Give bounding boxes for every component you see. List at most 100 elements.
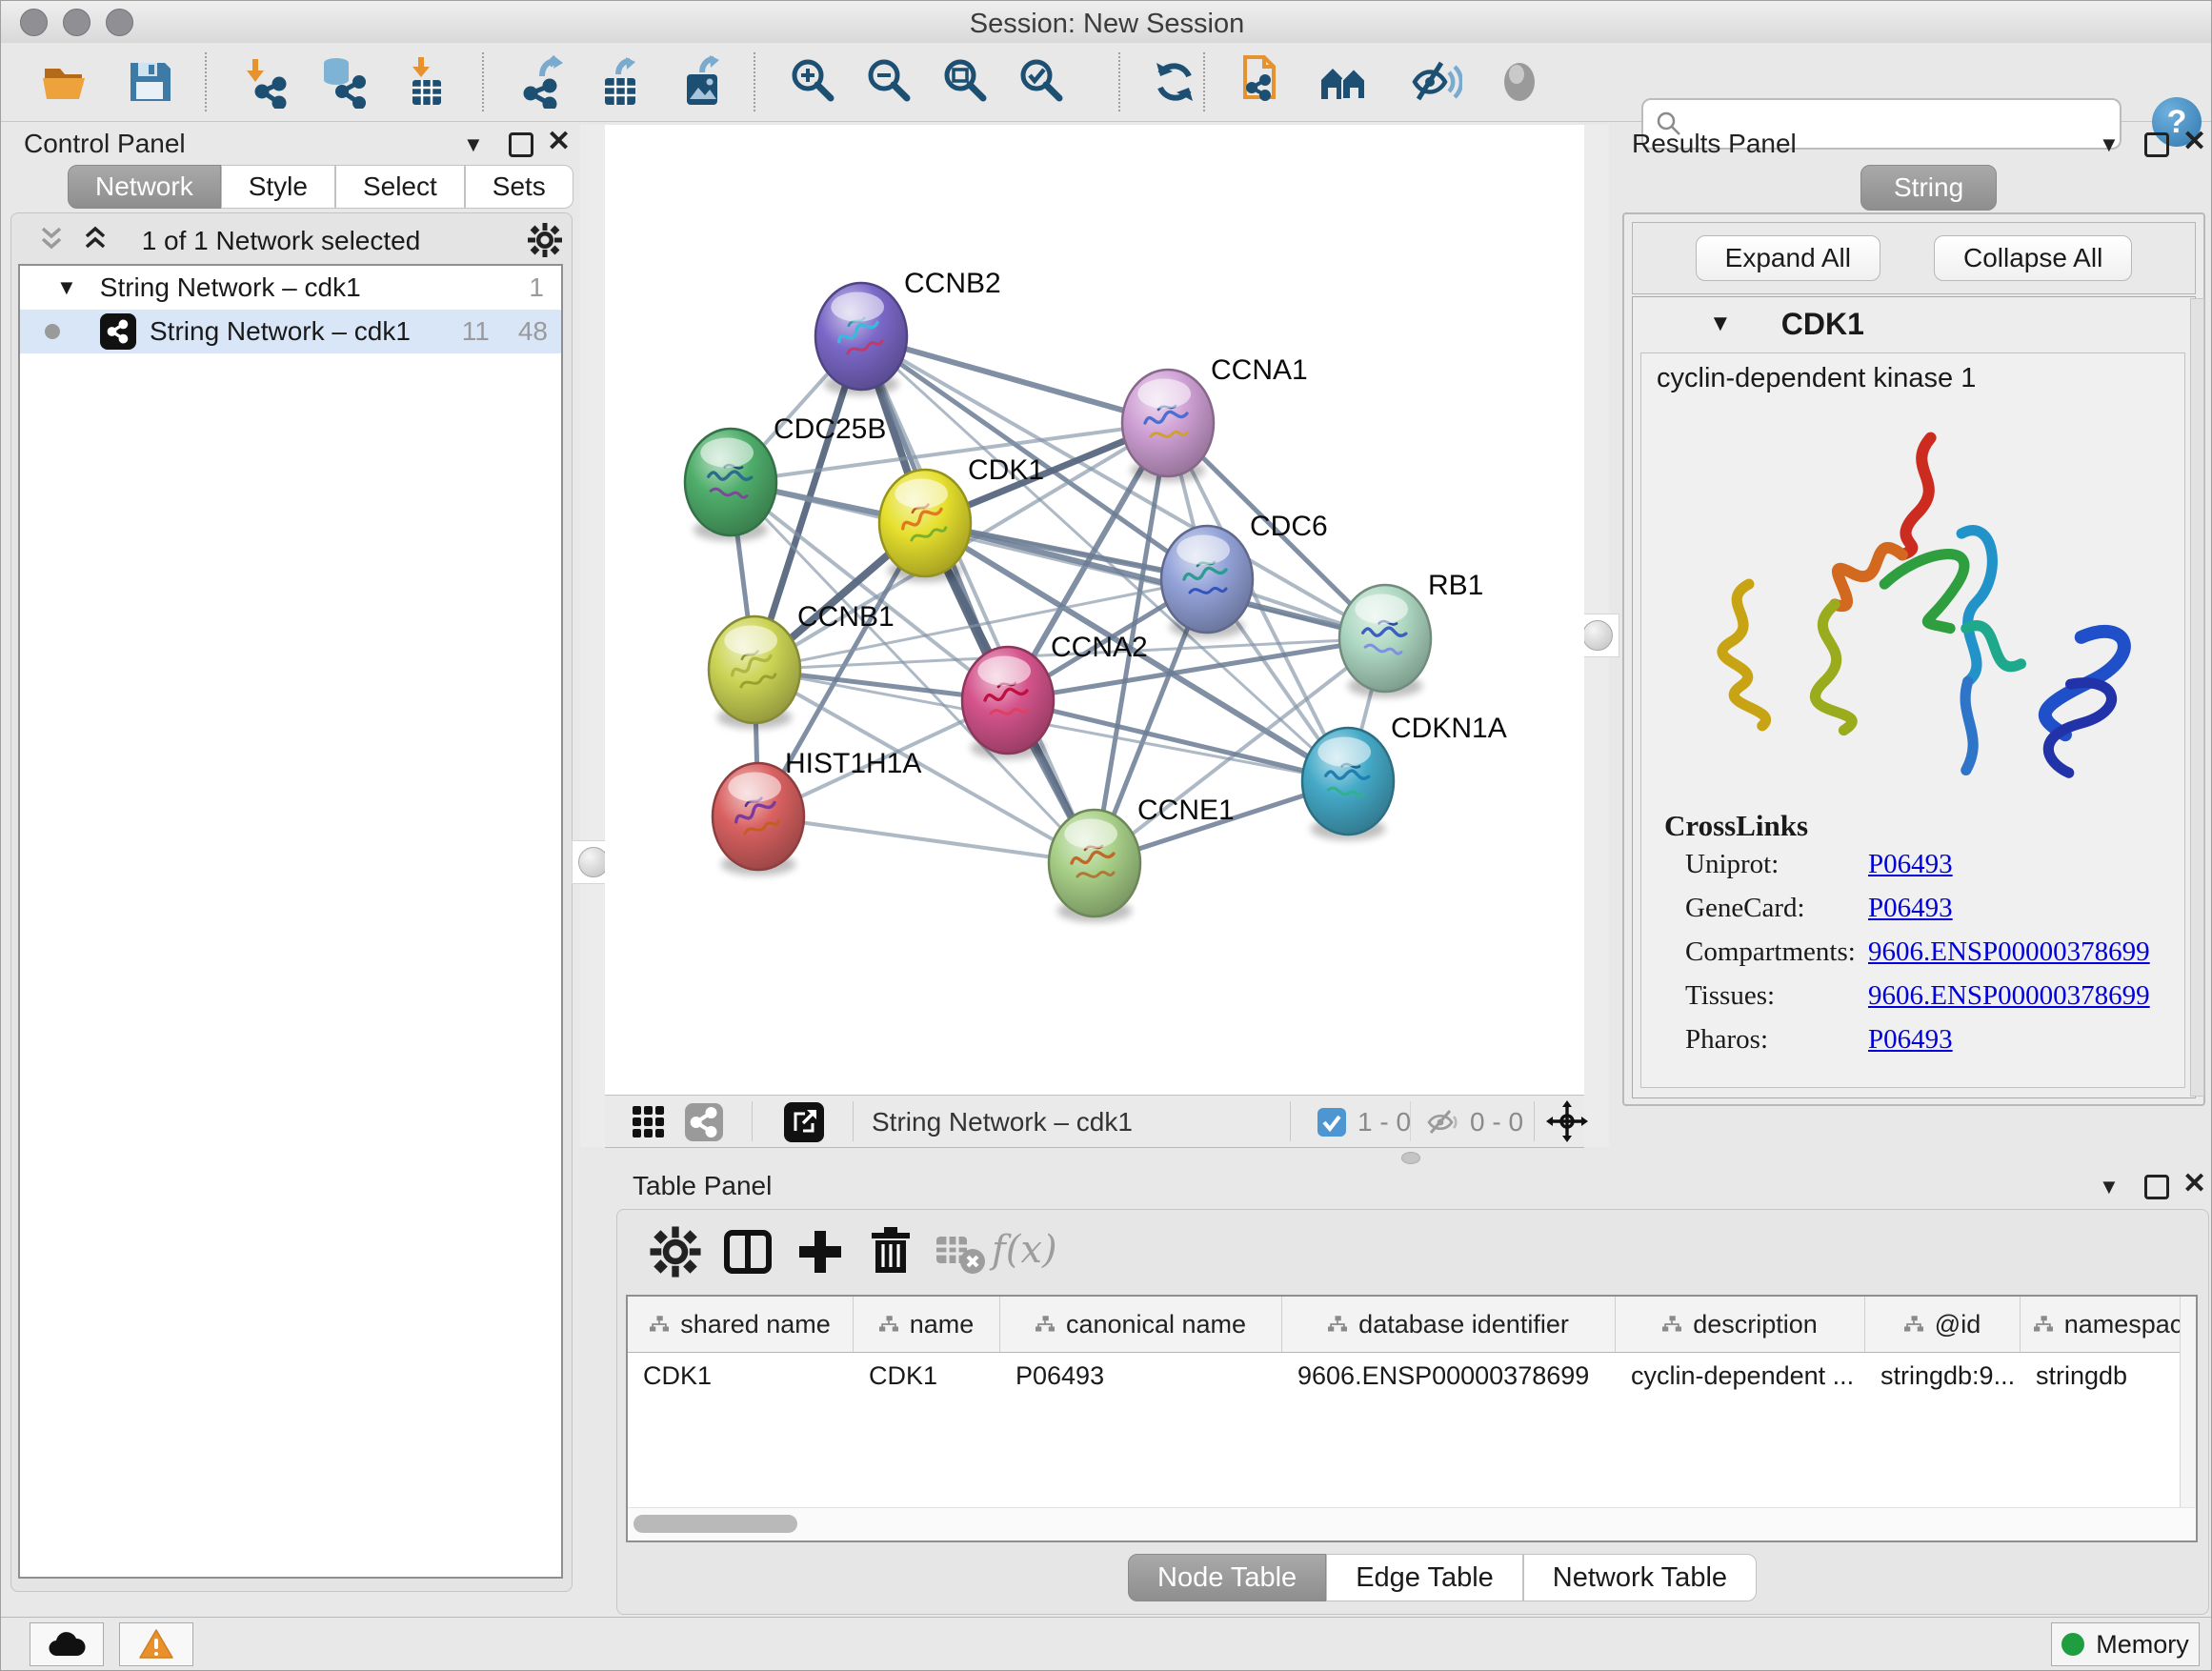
- export-image-icon[interactable]: [675, 55, 729, 109]
- control-panel-menu-icon[interactable]: ▼: [463, 132, 484, 157]
- window-title: Session: New Session: [1, 9, 2212, 40]
- toolbar-separator: [1118, 52, 1120, 111]
- table-cell[interactable]: stringdb:9...: [1865, 1352, 2021, 1399]
- results-scrollbar[interactable]: [2190, 298, 2204, 1097]
- network-from-file-icon[interactable]: [1236, 55, 1289, 109]
- cloud-status-button[interactable]: [30, 1622, 104, 1666]
- refresh-view-icon[interactable]: [1148, 55, 1201, 109]
- tab-node-table[interactable]: Node Table: [1128, 1554, 1326, 1601]
- table-cell[interactable]: CDK1: [628, 1352, 854, 1399]
- tab-network[interactable]: Network: [68, 165, 221, 209]
- create-column-icon[interactable]: [794, 1225, 847, 1278]
- open-in-new-window-icon[interactable]: [784, 1102, 824, 1142]
- hidden-counts: 0 - 0: [1470, 1107, 1523, 1137]
- selected-checkbox-icon[interactable]: [1317, 1108, 1346, 1137]
- column-header-namespace[interactable]: namespace: [2021, 1297, 2198, 1352]
- zoom-fit-icon[interactable]: [938, 55, 992, 109]
- table-row[interactable]: CDK1CDK1P064939606.ENSP00000378699cyclin…: [628, 1352, 2198, 1399]
- column-header-description[interactable]: description: [1616, 1297, 1865, 1352]
- delete-column-icon[interactable]: [864, 1225, 917, 1278]
- tab-sets[interactable]: Sets: [465, 165, 573, 209]
- results-panel-menu-icon[interactable]: ▼: [2099, 132, 2120, 157]
- left-splitter[interactable]: [580, 125, 605, 1147]
- zoom-selected-icon[interactable]: [1015, 55, 1068, 109]
- control-panel-title: Control Panel: [24, 129, 186, 159]
- warnings-button[interactable]: [119, 1622, 193, 1666]
- network-selection-status: 1 of 1 Network selected: [1, 226, 561, 256]
- node-label-CDKN1A: CDKN1A: [1391, 713, 1507, 744]
- tab-style[interactable]: Style: [221, 165, 335, 209]
- import-network-icon[interactable]: [237, 55, 291, 109]
- splitter-handle[interactable]: [1401, 1152, 1420, 1164]
- crosslink-link[interactable]: 9606.ENSP00000378699: [1868, 980, 2150, 1012]
- scrollbar-thumb[interactable]: [633, 1515, 797, 1533]
- memory-label: Memory: [2096, 1630, 2189, 1660]
- protein-section-header[interactable]: ▼ CDK1: [1633, 297, 2195, 351]
- tab-edge-table[interactable]: Edge Table: [1326, 1554, 1523, 1601]
- column-header-database-identifier[interactable]: database identifier: [1282, 1297, 1616, 1352]
- results-panel-close-icon[interactable]: ✕: [2182, 132, 2206, 151]
- table-vertical-scrollbar[interactable]: [2180, 1297, 2196, 1540]
- table-horizontal-scrollbar[interactable]: [628, 1507, 2196, 1540]
- crosslink-link[interactable]: 9606.ENSP00000378699: [1868, 936, 2150, 968]
- memory-button[interactable]: Memory: [2051, 1622, 2200, 1666]
- network-tree: ▼ String Network – cdk1 1 String Network…: [18, 264, 563, 1579]
- table-cell[interactable]: stringdb: [2021, 1352, 2198, 1399]
- show-all-icon[interactable]: [1493, 55, 1546, 109]
- network-collection-row[interactable]: ▼ String Network – cdk1 1: [20, 266, 561, 310]
- open-session-icon[interactable]: [39, 55, 92, 109]
- table-panel-menu-icon[interactable]: ▼: [2099, 1175, 2120, 1199]
- results-panel-float-icon[interactable]: [2144, 132, 2169, 157]
- crosslink-link[interactable]: P06493: [1868, 849, 1953, 880]
- network-canvas[interactable]: CCNB2CCNA1CDC25BCDK1CDC6RB1CCNB1CCNA2CDK…: [605, 125, 1584, 1095]
- section-expander-icon[interactable]: ▼: [1709, 311, 1732, 337]
- control-panel-close-icon[interactable]: ✕: [547, 132, 571, 151]
- collapse-all-button[interactable]: Collapse All: [1934, 235, 2132, 281]
- memory-status-dot: [2061, 1633, 2084, 1656]
- toolbar-separator: [1410, 1101, 1411, 1141]
- control-panel-float-icon[interactable]: [509, 132, 533, 157]
- right-splitter[interactable]: [1584, 125, 1609, 1147]
- import-table-icon[interactable]: [401, 55, 454, 109]
- tab-network-table[interactable]: Network Table: [1523, 1554, 1757, 1601]
- table-panel-float-icon[interactable]: [2144, 1175, 2169, 1199]
- zoom-out-icon[interactable]: [862, 55, 915, 109]
- first-neighbors-icon[interactable]: [1317, 55, 1371, 109]
- zoom-in-icon[interactable]: [786, 55, 839, 109]
- tab-string[interactable]: String: [1860, 165, 1997, 211]
- collection-label: String Network – cdk1: [100, 272, 361, 303]
- table-options-gear-icon[interactable]: [649, 1225, 702, 1278]
- column-header-name[interactable]: name: [854, 1297, 1000, 1352]
- table-cell[interactable]: cyclin-dependent ...: [1616, 1352, 1865, 1399]
- horizontal-splitter[interactable]: [605, 1147, 2212, 1166]
- node-table[interactable]: shared namenamecanonical namedatabase id…: [626, 1295, 2198, 1542]
- table-panel-title: Table Panel: [633, 1171, 772, 1201]
- export-table-icon[interactable]: [593, 55, 647, 109]
- table-cell[interactable]: CDK1: [854, 1352, 1000, 1399]
- expand-all-button[interactable]: Expand All: [1696, 235, 1880, 281]
- column-header-canonical-name[interactable]: canonical name: [1000, 1297, 1282, 1352]
- crosslink-link[interactable]: P06493: [1868, 1024, 1953, 1056]
- birdseye-crosshair-icon[interactable]: [1546, 1100, 1588, 1142]
- table-header-row: shared namenamecanonical namedatabase id…: [628, 1297, 2198, 1353]
- function-builder-icon[interactable]: f(x): [992, 1228, 1057, 1272]
- grid-view-icon[interactable]: [632, 1105, 666, 1139]
- table-panel-close-icon[interactable]: ✕: [2182, 1175, 2206, 1194]
- network-view-icon[interactable]: [685, 1103, 723, 1141]
- column-header-shared-name[interactable]: shared name: [628, 1297, 854, 1352]
- delete-table-icon[interactable]: [933, 1225, 986, 1278]
- save-session-icon[interactable]: [123, 55, 176, 109]
- right-splitter-knob[interactable]: [1582, 620, 1613, 651]
- table-cell[interactable]: 9606.ENSP00000378699: [1282, 1352, 1616, 1399]
- hide-selected-icon[interactable]: [1409, 55, 1462, 109]
- table-cell[interactable]: P06493: [1000, 1352, 1282, 1399]
- import-database-icon[interactable]: [315, 55, 369, 109]
- hidden-eye-icon[interactable]: [1426, 1108, 1458, 1137]
- network-row[interactable]: String Network – cdk1 11 48: [20, 310, 561, 353]
- show-columns-icon[interactable]: [721, 1225, 774, 1278]
- collection-expander-icon[interactable]: ▼: [56, 275, 77, 300]
- export-network-icon[interactable]: [513, 55, 567, 109]
- column-header-@id[interactable]: @id: [1865, 1297, 2021, 1352]
- tab-select[interactable]: Select: [335, 165, 465, 209]
- crosslink-link[interactable]: P06493: [1868, 893, 1953, 924]
